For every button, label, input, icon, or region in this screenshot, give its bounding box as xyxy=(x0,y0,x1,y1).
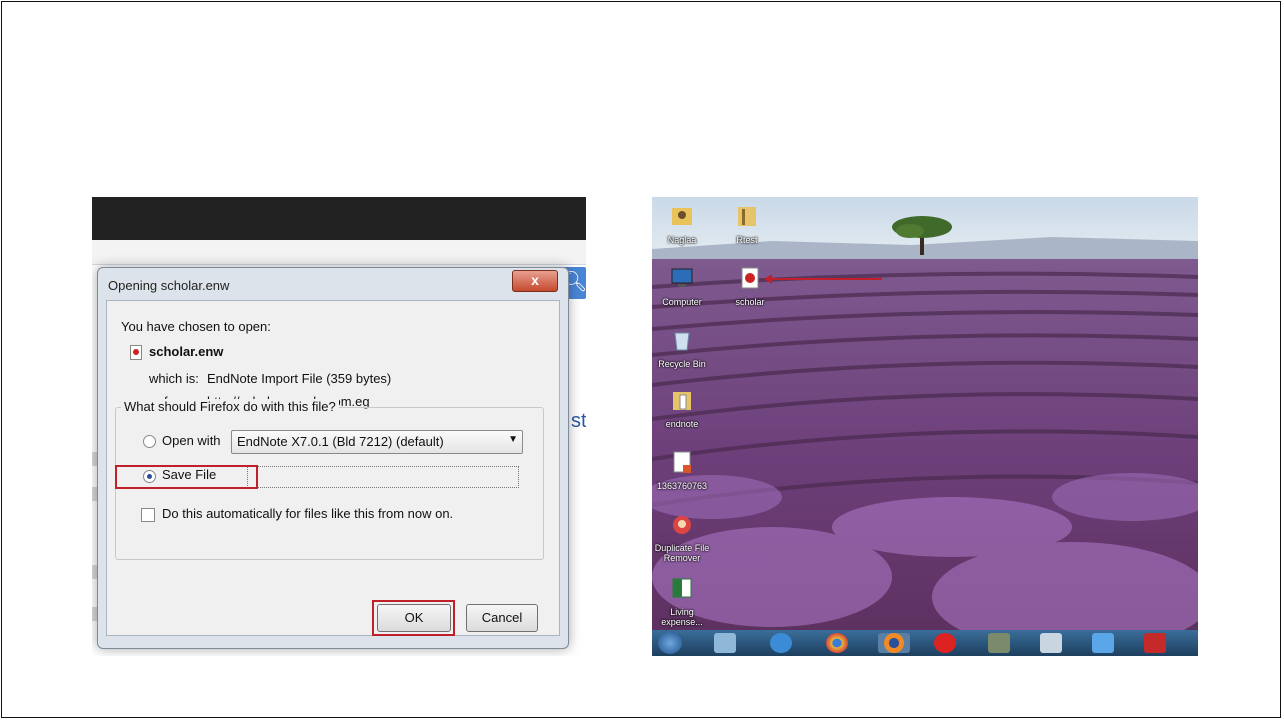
explorer-icon[interactable] xyxy=(714,633,736,653)
dialog-title: Opening scholar.enw xyxy=(108,278,230,293)
arrow-head-icon xyxy=(764,274,772,284)
desktop-icon-computer[interactable]: Computer xyxy=(652,265,712,307)
page-text-fragment: sta xyxy=(571,410,586,432)
firefox-icon[interactable] xyxy=(878,633,910,653)
browser-address-bar xyxy=(92,240,586,265)
dialog-body: You have chosen to open: scholar.enw whi… xyxy=(106,300,560,636)
open-with-radio[interactable] xyxy=(143,435,156,448)
desktop-icon-1363760763[interactable]: 1363760763 xyxy=(652,449,712,491)
auto-action-checkbox[interactable] xyxy=(141,508,155,522)
desktop-icon-label: Naglaa xyxy=(667,235,697,245)
ok-button[interactable]: OK xyxy=(377,604,451,632)
open-with-value: EndNote X7.0.1 (Bld 7212) (default) xyxy=(237,434,444,449)
auto-action-label: Do this automatically for files like thi… xyxy=(162,506,454,521)
start-icon[interactable] xyxy=(658,632,682,654)
desktop-icon-label: Living expense... xyxy=(661,607,703,627)
open-with-select[interactable]: EndNote X7.0.1 (Bld 7212) (default) ▼ xyxy=(231,430,523,454)
document-icon xyxy=(673,451,691,473)
save-file-label: Save File xyxy=(162,467,217,482)
app-icon xyxy=(673,516,691,534)
intro-text: You have chosen to open: xyxy=(121,319,271,334)
save-file-radio[interactable] xyxy=(143,470,156,483)
desktop-icon-label: 1363760763 xyxy=(656,481,708,491)
pointer-arrow xyxy=(768,278,882,280)
file-type-value: EndNote Import File (359 bytes) xyxy=(207,371,392,386)
folder-icon xyxy=(738,207,756,226)
calculator-icon[interactable] xyxy=(1040,633,1062,653)
desktop-icon-label: Recycle Bin xyxy=(658,359,706,369)
desktop-icon-label: Rtest xyxy=(736,235,758,245)
save-file-row xyxy=(247,466,519,488)
opera-icon[interactable] xyxy=(934,633,956,653)
chrome-icon[interactable] xyxy=(826,633,848,653)
desktop-icon-label: endnote xyxy=(665,419,699,429)
slide: 🔍︎ sta Opening scholar.enw x You have ch… xyxy=(1,1,1281,718)
cancel-button[interactable]: Cancel xyxy=(466,604,538,632)
which-is-label: which is: xyxy=(149,371,199,386)
desktop-icon-scholar[interactable]: scholar xyxy=(720,265,780,307)
computer-icon xyxy=(671,268,693,287)
app-icon[interactable] xyxy=(988,633,1010,653)
desktop-icon-duplicate-file-remover[interactable]: Duplicate File Remover xyxy=(652,511,712,563)
folder-icon xyxy=(673,392,691,410)
dropbox-icon[interactable] xyxy=(1092,633,1114,653)
ie-icon[interactable] xyxy=(770,633,792,653)
close-button[interactable]: x xyxy=(512,270,558,292)
browser-toolbar xyxy=(92,197,586,240)
firefox-dialog-screenshot: 🔍︎ sta Opening scholar.enw x You have ch… xyxy=(92,197,586,656)
desktop-icon-living-expense[interactable]: Living expense... xyxy=(652,575,712,627)
desktop-icon-label: Computer xyxy=(662,297,702,307)
enw-file-icon xyxy=(130,345,142,360)
desktop-icon-naglaa[interactable]: Naglaa xyxy=(652,203,712,245)
desktop-icon-label: Duplicate File Remover xyxy=(654,543,710,563)
desktop-icon-endnote[interactable]: endnote xyxy=(652,387,712,429)
endnote-icon[interactable] xyxy=(1144,633,1166,653)
folder-user-icon xyxy=(672,208,692,225)
desktop-screenshot: Naglaa Rtest Computer scholar Recycle Bi… xyxy=(652,197,1198,656)
desktop-icon-recycle-bin[interactable]: Recycle Bin xyxy=(652,327,712,369)
close-icon: x xyxy=(531,272,539,288)
action-question: What should Firefox do with this file? xyxy=(121,399,339,414)
enw-file-icon xyxy=(741,267,759,289)
taskbar xyxy=(652,630,1198,656)
opening-file-dialog: Opening scholar.enw x You have chosen to… xyxy=(97,267,569,649)
excel-icon xyxy=(672,578,692,598)
recycle-bin-icon xyxy=(674,332,690,351)
chevron-down-icon: ▼ xyxy=(508,434,518,445)
open-with-label: Open with xyxy=(162,433,221,448)
desktop-icon-rtest[interactable]: Rtest xyxy=(717,203,777,245)
file-name: scholar.enw xyxy=(149,344,224,359)
desktop-icon-label: scholar xyxy=(735,297,765,307)
